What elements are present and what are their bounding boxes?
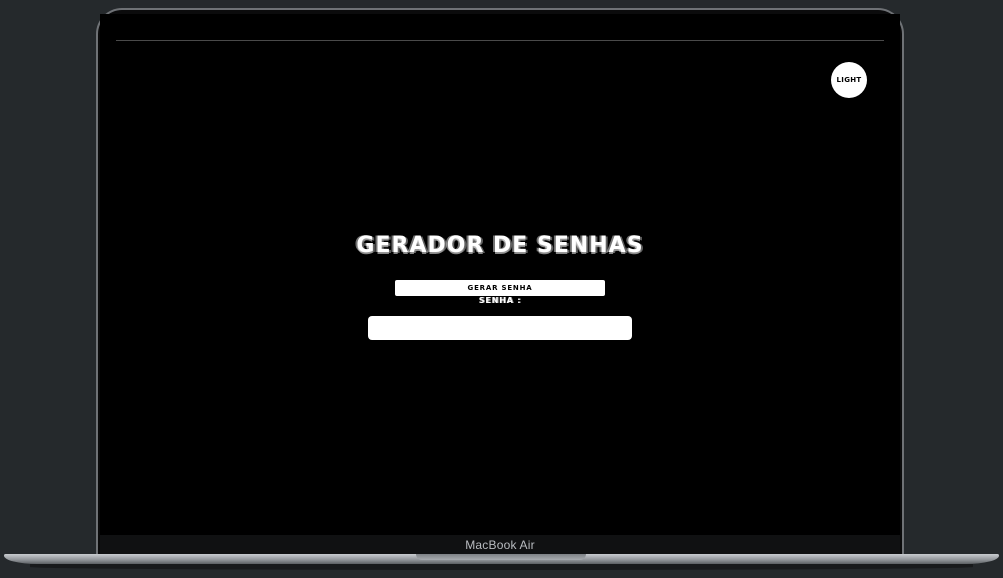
password-output-field[interactable] [368,316,632,340]
page-title: GERADOR DE SENHAS [356,233,644,258]
screen: LIGHT GERADOR DE SENHAS GERAR SENHA SENH… [100,14,900,535]
theme-toggle-button[interactable]: LIGHT [831,62,867,98]
model-label: MacBook Air [465,538,535,552]
bezel-bottom: MacBook Air [100,535,900,555]
divider [116,40,884,41]
generate-password-button[interactable]: GERAR SENHA [395,280,605,296]
base-shadow [30,564,973,570]
laptop-notch [416,554,586,560]
password-label: SENHA : [478,296,522,305]
laptop-mockup: LIGHT GERADOR DE SENHAS GERAR SENHA SENH… [0,0,1003,578]
